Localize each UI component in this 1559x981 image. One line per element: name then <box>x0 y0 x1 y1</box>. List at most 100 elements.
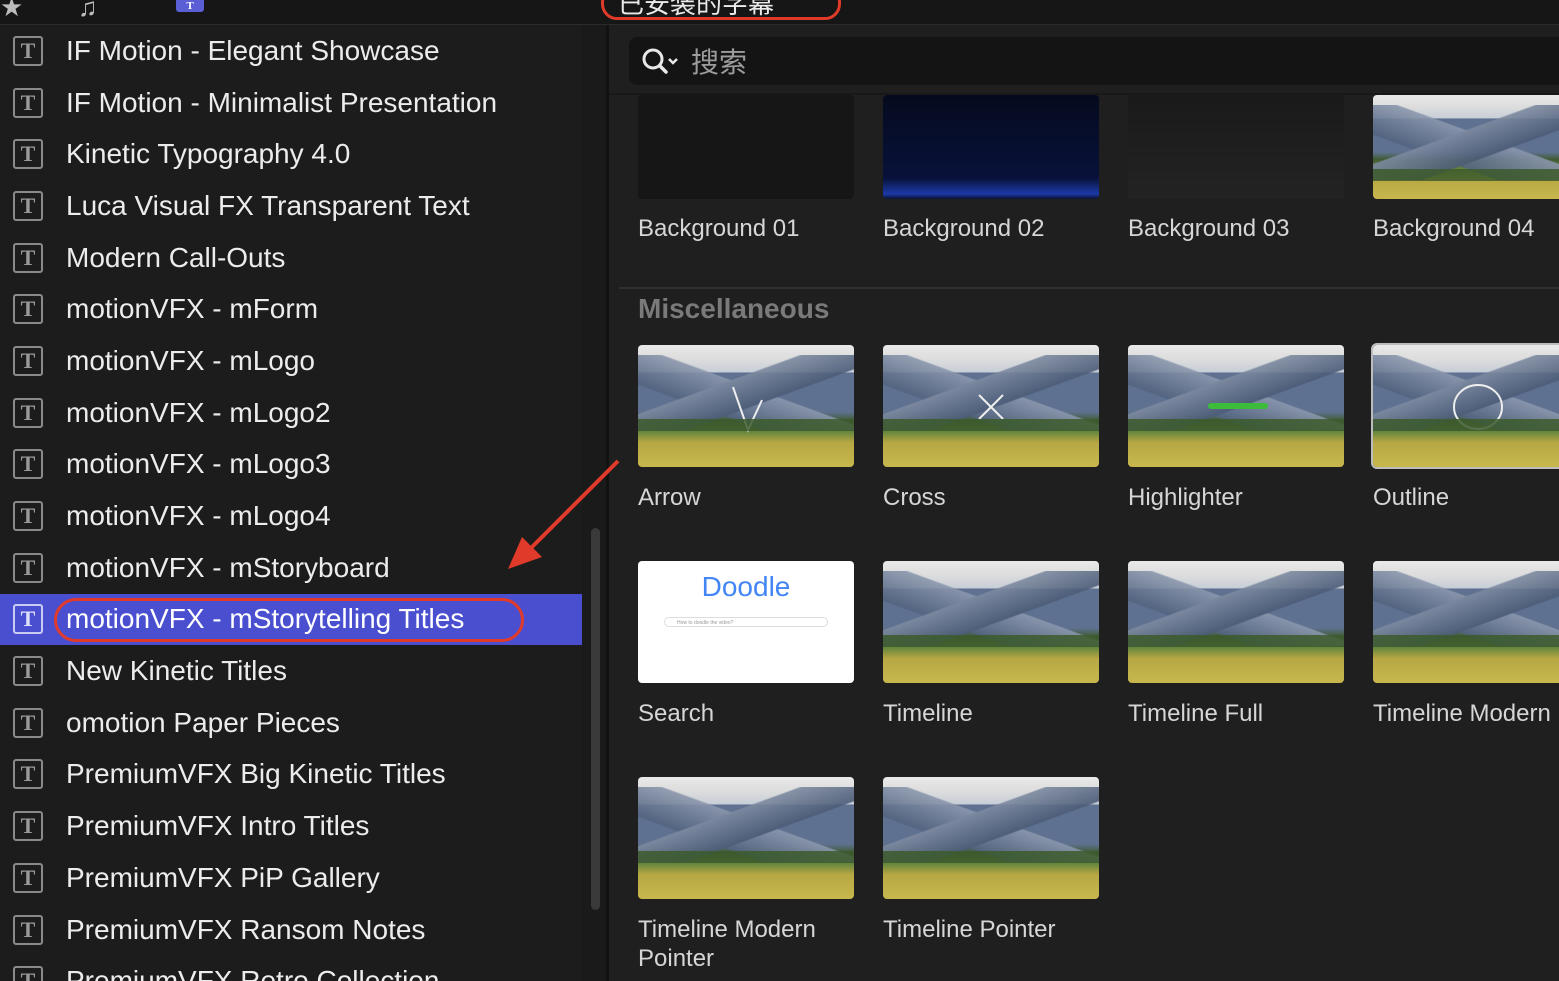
tile-background-03[interactable]: Background 03 <box>1128 95 1344 242</box>
title-text-icon: T <box>13 707 43 738</box>
title-text-icon: T <box>13 190 43 221</box>
tile-search[interactable]: Doodle How to doodle the video? Search <box>638 561 854 727</box>
sidebar-item-label: PremiumVFX Ransom Notes <box>66 913 426 945</box>
titles-tab-icon[interactable]: T <box>176 0 204 12</box>
titles-browser: Background 01 Background 02 Background 0… <box>609 25 1559 981</box>
sidebar-item[interactable]: T PremiumVFX Intro Titles <box>0 800 582 852</box>
title-text-icon: T <box>13 449 43 480</box>
sidebar-item-label: omotion Paper Pieces <box>66 706 340 738</box>
tile-thumbnail <box>883 561 1099 683</box>
sidebar-item-label: motionVFX - mStoryboard <box>66 551 390 583</box>
tile-label: Background 04 <box>1373 215 1535 242</box>
section-title-miscellaneous: Miscellaneous <box>638 293 830 324</box>
tile-timeline-full[interactable]: Timeline Full <box>1128 561 1344 727</box>
sidebar-item[interactable]: T Modern Call-Outs <box>0 232 582 284</box>
tile-timeline-pointer[interactable]: Timeline Pointer <box>883 777 1099 943</box>
tile-thumbnail <box>638 777 854 899</box>
sidebar-item[interactable]: T PremiumVFX Big Kinetic Titles <box>0 749 582 801</box>
tile-timeline-modern[interactable]: Timeline Modern <box>1373 561 1559 727</box>
sidebar-item-label: motionVFX - mLogo3 <box>66 448 331 480</box>
title-text-icon: T <box>13 242 43 273</box>
sidebar-item[interactable]: T IF Motion - Elegant Showcase <box>0 25 582 77</box>
tile-background-01[interactable]: Background 01 <box>638 95 854 242</box>
sidebar-item-label: IF Motion - Elegant Showcase <box>66 34 440 66</box>
title-text-icon: T <box>13 759 43 790</box>
tile-thumbnail <box>1128 345 1344 467</box>
selection-highlight-ring <box>54 597 524 642</box>
tile-label: Timeline Modern Pointer <box>638 916 816 972</box>
circle-outline-icon <box>1453 384 1503 430</box>
sidebar-item[interactable]: T Luca Visual FX Transparent Text <box>0 180 582 232</box>
tile-thumbnail <box>1128 561 1344 683</box>
sidebar-scrollbar-thumb[interactable] <box>591 528 600 910</box>
tile-label: Background 03 <box>1128 215 1290 242</box>
tile-outline[interactable]: Outline <box>1371 343 1559 511</box>
sidebar-item[interactable]: T PremiumVFX Ransom Notes <box>0 904 582 956</box>
tile-arrow[interactable]: Arrow <box>638 345 854 511</box>
tile-thumbnail <box>1373 561 1559 683</box>
sidebar-item-label: PremiumVFX PiP Gallery <box>66 861 380 893</box>
sidebar-item[interactable]: Tomotion Paper Pieces <box>0 697 582 749</box>
highlighter-stroke-icon <box>1208 403 1268 409</box>
tile-label: Search <box>638 700 715 727</box>
search-icon[interactable] <box>639 45 681 77</box>
arrow-scribble-icon <box>732 386 763 433</box>
sidebar-item-label: PremiumVFX Big Kinetic Titles <box>66 758 446 790</box>
sidebar-item[interactable]: T PremiumVFX Retro Collection <box>0 955 582 981</box>
sidebar-item[interactable]: TmotionVFX - mLogo4 <box>0 490 582 542</box>
tile-label: Outline <box>1373 484 1450 511</box>
titles-sidebar: T IF Motion - Elegant Showcase T IF Motion … <box>0 25 582 981</box>
sidebar-item[interactable]: TmotionVFX - mStoryboard <box>0 542 582 594</box>
sidebar-item[interactable]: TmotionVFX - mForm <box>0 283 582 335</box>
sidebar-item-label: Luca Visual FX Transparent Text <box>66 189 470 221</box>
tile-cross[interactable]: Cross <box>883 345 1099 511</box>
tile-label: Background 02 <box>883 215 1045 242</box>
tile-highlighter[interactable]: Highlighter <box>1128 345 1344 511</box>
top-toolbar: ★ ♫ T 已安装的字幕 <box>0 0 1559 25</box>
tile-background-02[interactable]: Background 02 <box>883 95 1099 242</box>
sidebar-item-label: IF Motion - Minimalist Presentation <box>66 86 498 118</box>
tile-label: Cross <box>883 484 946 511</box>
sidebar-item[interactable]: TmotionVFX - mLogo3 <box>0 439 582 491</box>
sidebar-item[interactable]: TmotionVFX - mStorytelling Titles <box>0 593 582 646</box>
title-text-icon: T <box>13 966 43 981</box>
tile-thumbnail <box>1128 95 1344 199</box>
title-text-icon: T <box>13 811 43 842</box>
tile-label: Arrow <box>638 484 701 511</box>
tile-timeline-modern-pointer[interactable]: Timeline Modern Pointer <box>638 777 854 972</box>
installed-titles-dropdown[interactable]: 已安装的字幕 <box>601 0 841 20</box>
sidebar-item[interactable]: TmotionVFX - mLogo <box>0 335 582 387</box>
section-divider <box>619 287 1559 289</box>
title-text-icon: T <box>13 87 43 118</box>
tile-background-04[interactable]: Background 04 <box>1373 95 1559 242</box>
title-text-icon: T <box>13 656 43 687</box>
tile-label: Timeline Modern <box>1373 700 1551 727</box>
title-text-icon: T <box>13 139 43 170</box>
sidebar-item[interactable]: T PremiumVFX PiP Gallery <box>0 852 582 904</box>
tile-label: Timeline <box>883 700 973 727</box>
search-field[interactable] <box>629 37 1559 87</box>
star-icon[interactable]: ★ <box>0 0 23 23</box>
title-text-icon: T <box>13 397 43 428</box>
tile-thumbnail <box>1371 343 1559 469</box>
tile-label: Timeline Pointer <box>883 916 1056 943</box>
search-input[interactable] <box>689 37 1493 87</box>
tile-timeline[interactable]: Timeline <box>883 561 1099 727</box>
dropdown-label: 已安装的字幕 <box>618 0 775 19</box>
sidebar-item[interactable]: T IF Motion - Minimalist Presentation <box>0 77 582 129</box>
sidebar-item-label: PremiumVFX Intro Titles <box>66 810 370 842</box>
sidebar-item-label: motionVFX - mLogo4 <box>66 500 331 532</box>
music-icon[interactable]: ♫ <box>78 0 98 23</box>
title-text-icon: T <box>13 862 43 893</box>
sidebar-item-label: motionVFX - mForm <box>66 293 319 325</box>
title-text-icon: T <box>13 294 43 325</box>
sidebar-item[interactable]: T Kinetic Typography 4.0 <box>0 128 582 180</box>
sidebar-item[interactable]: T New Kinetic Titles <box>0 645 582 697</box>
sidebar-item[interactable]: TmotionVFX - mLogo2 <box>0 387 582 439</box>
title-text-icon: T <box>13 604 43 635</box>
tile-label: Background 01 <box>638 215 800 242</box>
sidebar-item-label: Modern Call-Outs <box>66 241 286 273</box>
cross-icon <box>978 394 1004 420</box>
tile-thumbnail <box>1373 95 1559 199</box>
tile-label: Highlighter <box>1128 484 1243 511</box>
